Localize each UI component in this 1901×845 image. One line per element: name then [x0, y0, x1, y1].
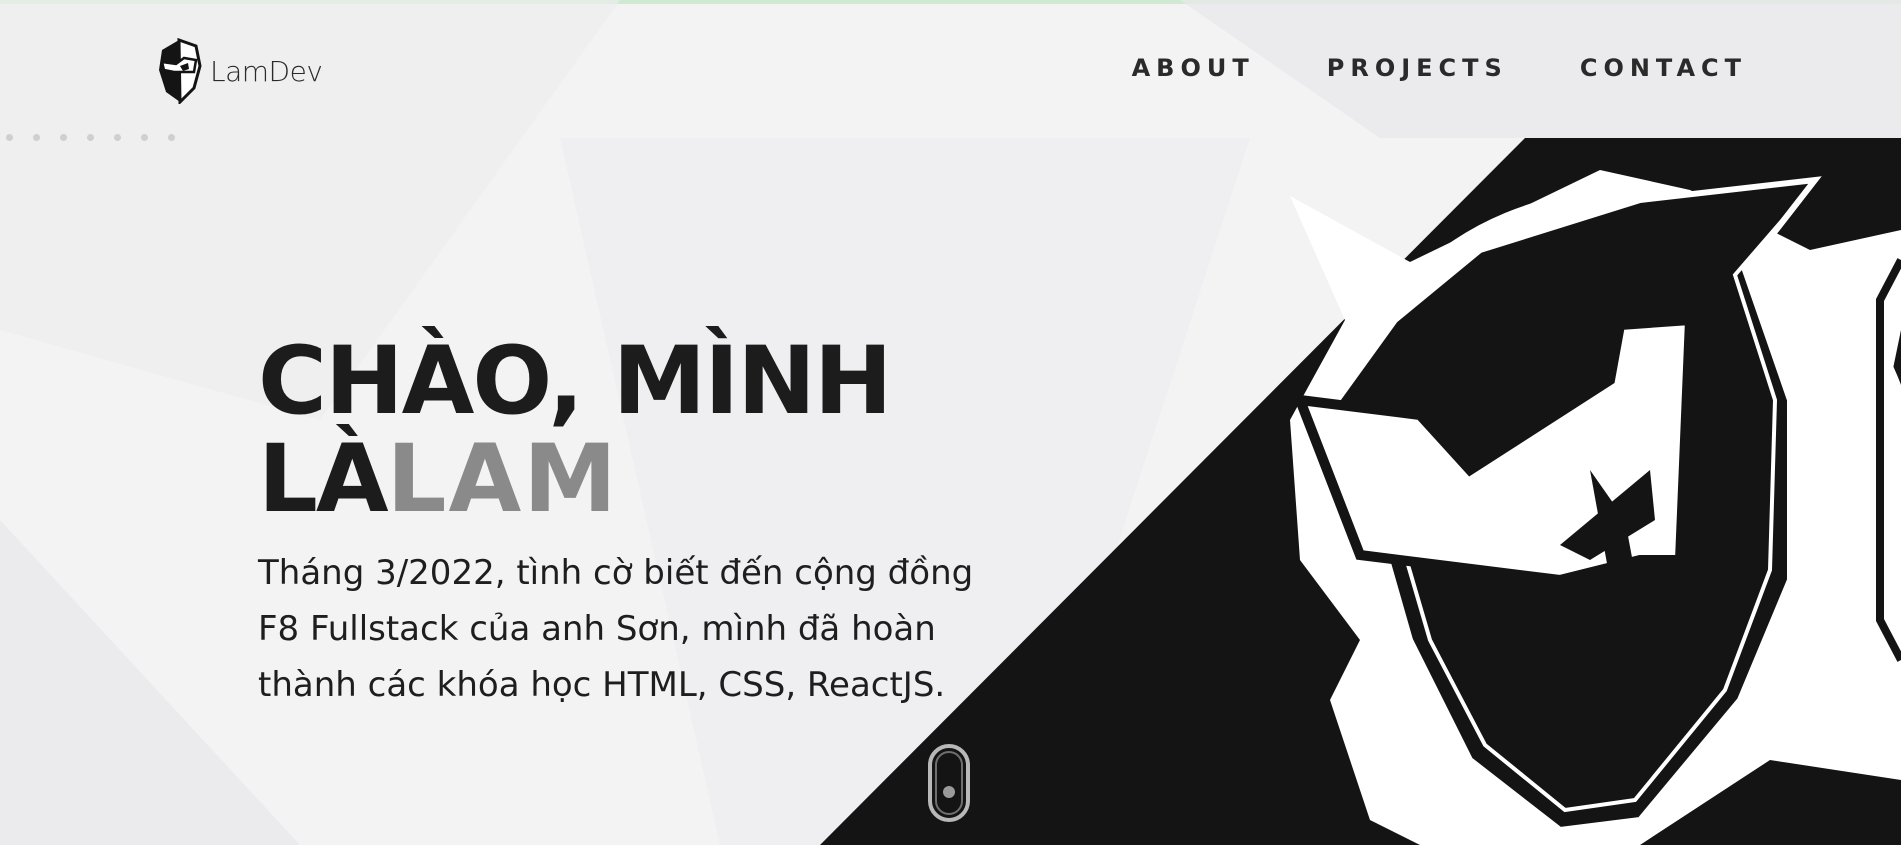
hero-headline: CHÀO, MÌNH LÀLAM — [258, 333, 1058, 529]
nav-link-contact[interactable]: CONTACT — [1580, 54, 1747, 82]
nav-link-about[interactable]: ABOUT — [1132, 54, 1255, 82]
hero-section: CHÀO, MÌNH LÀLAM Tháng 3/2022, tình cờ b… — [258, 333, 1058, 713]
logo-link[interactable]: LamDev — [156, 38, 323, 104]
headline-name: LAM — [386, 425, 619, 534]
masked-face-logo-icon — [159, 38, 202, 104]
nav-link-projects[interactable]: PROJECTS — [1327, 54, 1508, 82]
logo-text: LamDev — [210, 54, 323, 88]
headline-line-1: CHÀO, MÌNH — [258, 327, 893, 436]
mouse-scroll-icon[interactable] — [926, 742, 972, 824]
headline-line-2: LÀLAM — [258, 431, 1058, 529]
masked-face-emblem-icon — [1290, 170, 1901, 845]
site-header: LamDev ABOUT PROJECTS CONTACT — [0, 4, 1901, 138]
main-nav: ABOUT PROJECTS CONTACT — [1132, 54, 1747, 82]
headline-prefix: LÀ — [258, 425, 389, 534]
decorative-dot-row — [0, 134, 175, 141]
hero-intro-text: Tháng 3/2022, tình cờ biết đến cộng đồng… — [258, 553, 974, 705]
